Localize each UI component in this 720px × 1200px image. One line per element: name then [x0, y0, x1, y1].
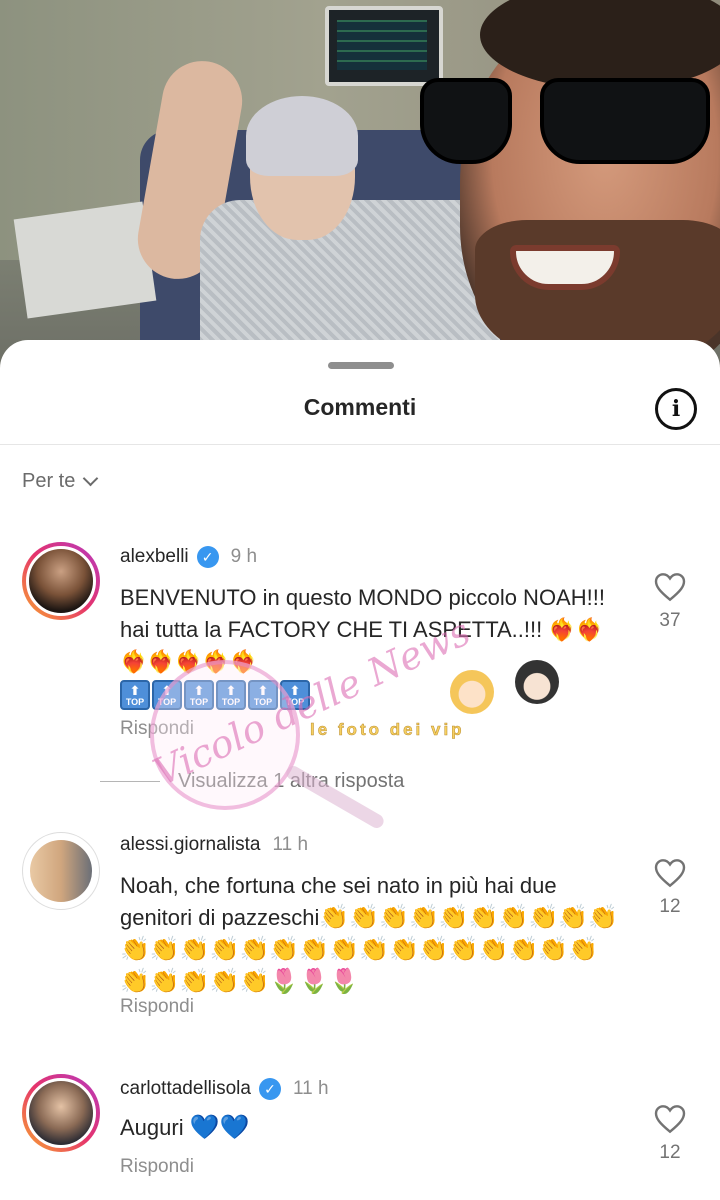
top-badge-icon: ⬆ TOP [216, 680, 246, 710]
reply-line [100, 781, 160, 782]
comment-text: Auguri 💙💙 [120, 1112, 620, 1144]
post-photo [0, 0, 720, 370]
comment-time: 9 h [230, 546, 258, 567]
top-badge-icon: ⬆ TOP [184, 680, 214, 710]
filter-label: Per te [22, 470, 76, 492]
view-more-replies-label: Visualizza 1 altra risposta [178, 770, 405, 792]
like-button[interactable]: 12 [652, 858, 688, 918]
photo-cap [246, 96, 358, 176]
top-badge-icon: ⬆ TOP [248, 680, 278, 710]
heart-on-fire-emoji: ❤️‍🔥 [120, 649, 148, 674]
sheet-grabber[interactable] [328, 362, 394, 369]
avatar[interactable] [22, 1074, 100, 1152]
comment-username[interactable]: alessi.giornalista [120, 834, 260, 856]
divider [0, 444, 720, 445]
heart-on-fire-emoji: ❤️‍🔥 [229, 649, 258, 674]
reply-button[interactable]: Rispondi [120, 718, 194, 740]
heart-on-fire-emoji: ❤️‍🔥 [548, 617, 576, 642]
sheet-title: Commenti [303, 394, 417, 420]
photo-bag [13, 201, 157, 319]
like-button[interactable]: 12 [652, 1104, 688, 1164]
tulip-emojis: 🌷🌷🌷 [269, 968, 360, 995]
blue-heart-emojis: 💙💙 [189, 1114, 250, 1141]
heart-on-fire-emoji: ❤️‍🔥 [147, 649, 175, 674]
heart-icon [654, 573, 686, 602]
info-icon[interactable]: i [655, 388, 697, 430]
like-count: 37 [659, 610, 681, 631]
view-more-replies-button[interactable]: Visualizza 1 altra risposta [100, 770, 404, 793]
reply-button[interactable]: Rispondi [120, 1156, 194, 1178]
heart-on-fire-emoji: ❤️‍🔥 [202, 649, 230, 674]
avatar[interactable] [22, 542, 100, 620]
comment-text-content: BENVENUTO in questo MONDO piccolo NOAH!!… [120, 585, 605, 642]
verified-badge-icon: ✓ [196, 546, 219, 568]
like-count: 12 [659, 896, 681, 917]
top-badge-icon: ⬆ TOP [152, 680, 182, 710]
comment-text: Noah, che fortuna che sei nato in più ha… [120, 870, 620, 998]
photo-sunglasses [420, 78, 720, 170]
comment-time: 11 h [292, 1078, 329, 1099]
top-badge-icon: ⬆ TOP [280, 680, 310, 710]
chevron-down-icon [83, 470, 99, 487]
verified-badge-icon: ✓ [258, 1078, 281, 1100]
top-badge-icon: ⬆ TOP [120, 680, 150, 710]
comment-username[interactable]: alexbelli [120, 546, 189, 568]
top-badges: ⬆ TOP ⬆ TOP ⬆ TOP ⬆ TOP ⬆ TOP ⬆ TOP [120, 680, 620, 714]
avatar[interactable] [22, 832, 100, 910]
like-count: 12 [659, 1142, 681, 1163]
heart-icon [654, 859, 686, 888]
heart-on-fire-emoji: ❤️‍🔥 [575, 617, 604, 642]
photo-monitor [325, 6, 443, 86]
heart-on-fire-emoji: ❤️‍🔥 [174, 649, 203, 674]
comment-text-content: Auguri [120, 1115, 184, 1140]
comments-sheet: Commenti i Per te alexbelli ✓ 9 h BENVEN… [0, 340, 720, 1200]
comment-time: 11 h [272, 834, 309, 855]
comment-username[interactable]: carlottadellisola [120, 1078, 251, 1100]
like-button[interactable]: 37 [652, 572, 688, 632]
comment-text: BENVENUTO in questo MONDO piccolo NOAH!!… [120, 582, 620, 714]
reply-button[interactable]: Rispondi [120, 996, 194, 1018]
filter-dropdown[interactable]: Per te [22, 470, 99, 493]
heart-icon [654, 1105, 686, 1134]
